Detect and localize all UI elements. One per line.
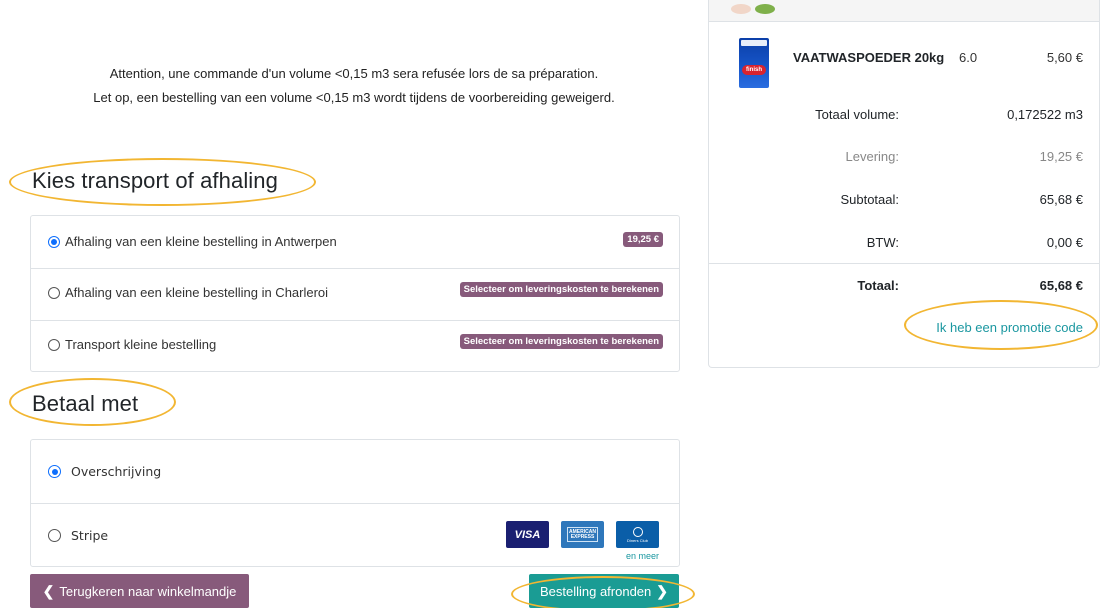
complete-order-button[interactable]: Bestelling afronden ❯ (529, 574, 679, 608)
payment-option-label: Stripe (71, 528, 109, 543)
transport-option-small-delivery[interactable]: Transport kleine bestelling Selecteer om… (31, 321, 679, 373)
transport-section-title: Kies transport of afhaling (32, 168, 278, 193)
back-button-label: Terugkeren naar winkelmandje (59, 583, 237, 599)
summary-total-value: 65,68 € (1039, 278, 1083, 293)
notice-french: Attention, une commande d'un volume <0,1… (109, 66, 599, 81)
notice-dutch: Let op, een bestelling van een volume <0… (93, 90, 615, 105)
more-payment-methods-link[interactable]: en meer (626, 551, 659, 561)
select-badge: Selecteer om leveringskosten te berekene… (459, 282, 663, 297)
transport-options-card: Afhaling van een kleine bestelling in An… (30, 215, 680, 372)
order-summary-panel: finish VAATWASPOEDER 20kg 6.0 5,60 € Tot… (708, 0, 1100, 368)
transport-option-label: Afhaling van een kleine bestelling in Ch… (65, 285, 329, 300)
radio-transport[interactable] (48, 338, 60, 351)
select-badge: Selecteer om leveringskosten te berekene… (459, 334, 663, 349)
amex-icon: AMERICAN EXPRESS (561, 521, 604, 548)
product-thumb-icon (755, 4, 775, 14)
transport-option-label: Transport kleine bestelling (65, 337, 217, 352)
payment-section-title: Betaal met (32, 391, 139, 416)
radio-antwerpen[interactable] (48, 235, 60, 248)
transport-option-label: Afhaling van een kleine bestelling in An… (65, 234, 337, 249)
summary-top-strip (709, 0, 1099, 22)
summary-value: 0,00 € (1046, 235, 1083, 250)
card-logos: VISA AMERICAN EXPRESS Diners Club (506, 521, 659, 548)
summary-value: 19,25 € (1039, 149, 1083, 164)
summary-label: Subtotaal: (840, 192, 899, 207)
payment-options-card: Overschrijving Stripe VISA AMERICAN EXPR… (30, 439, 680, 567)
summary-value: 65,68 € (1039, 192, 1083, 207)
back-to-cart-button[interactable]: ❮ Terugkeren naar winkelmandje (30, 574, 249, 608)
summary-total-label: Totaal: (857, 278, 899, 293)
chevron-left-icon: ❮ (42, 582, 55, 599)
product-thumb-icon (731, 4, 751, 14)
product-name: VAATWASPOEDER 20kg (793, 50, 945, 65)
product-image: finish (739, 38, 769, 88)
radio-transfer[interactable] (48, 465, 61, 478)
price-badge: 19,25 € (623, 232, 663, 247)
payment-option-label: Overschrijving (71, 464, 162, 479)
chevron-right-icon: ❯ (656, 582, 669, 599)
diners-club-icon: Diners Club (616, 521, 659, 548)
product-quantity: 6.0 (959, 50, 978, 65)
radio-stripe[interactable] (48, 529, 61, 542)
payment-option-transfer[interactable]: Overschrijving (31, 440, 679, 504)
summary-label: Levering: (845, 149, 899, 164)
summary-label: Totaal volume: (815, 107, 899, 122)
promo-code-link[interactable]: Ik heb een promotie code (936, 320, 1083, 335)
radio-charleroi[interactable] (48, 286, 60, 299)
submit-button-label: Bestelling afronden (539, 583, 652, 599)
transport-option-charleroi[interactable]: Afhaling van een kleine bestelling in Ch… (31, 269, 679, 321)
payment-option-stripe[interactable]: Stripe VISA AMERICAN EXPRESS Diners Club… (31, 504, 679, 567)
transport-option-antwerpen[interactable]: Afhaling van een kleine bestelling in An… (31, 216, 679, 269)
summary-label: BTW: (866, 235, 899, 250)
summary-divider (709, 263, 1099, 264)
visa-icon: VISA (506, 521, 549, 548)
summary-value: 0,172522 m3 (1007, 107, 1083, 122)
product-price: 5,60 € (1046, 50, 1083, 65)
